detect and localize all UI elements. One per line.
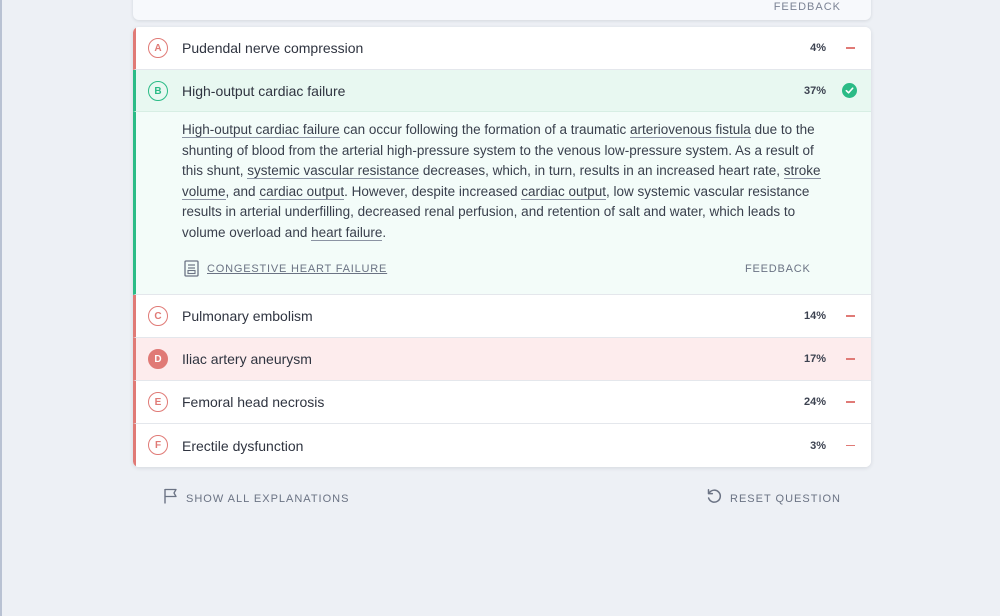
choice-text: High-output cardiac failure: [182, 82, 346, 99]
answer-choice-b[interactable]: B High-output cardiac failure 37%: [133, 70, 871, 112]
glossary-link[interactable]: cardiac output: [259, 183, 345, 200]
explanation-text-segment: decreases, which, in turn, results in an…: [419, 163, 784, 179]
choice-letter-badge: A: [148, 38, 168, 58]
choice-percent: 4%: [810, 42, 826, 54]
explanation-text-segment: .: [382, 224, 387, 240]
explanation-panel: High-output cardiac failure can occur fo…: [133, 112, 871, 295]
answer-choice-f[interactable]: F Erectile dysfunction 3%: [133, 424, 871, 467]
choice-letter-badge: E: [148, 392, 168, 412]
reset-question-label: RESET QUESTION: [730, 493, 841, 505]
answer-choices-list: A Pudendal nerve compression 4% B High-o…: [133, 27, 871, 467]
choice-percent: 14%: [803, 310, 826, 322]
article-link[interactable]: CONGESTIVE HEART FAILURE: [207, 263, 387, 275]
show-all-explanations-button[interactable]: SHOW ALL EXPLANATIONS: [163, 488, 349, 509]
show-all-explanations-label: SHOW ALL EXPLANATIONS: [186, 492, 350, 505]
collapse-dash-icon[interactable]: [846, 401, 855, 403]
answer-choice-d[interactable]: D Iliac artery aneurysm 17%: [133, 338, 871, 381]
choice-text: Iliac artery aneurysm: [182, 351, 312, 367]
choice-letter-badge: D: [148, 349, 168, 369]
collapse-dash-icon[interactable]: [846, 444, 855, 447]
choice-text: Pudendal nerve compression: [182, 40, 364, 56]
choice-percent: 24%: [803, 396, 826, 408]
choice-letter-badge: F: [148, 435, 168, 455]
window-left-edge: [0, 0, 2, 616]
feedback-link[interactable]: FEEDBACK: [745, 263, 811, 275]
answer-choice-c[interactable]: C Pulmonary embolism 14%: [133, 295, 871, 338]
answer-choice-e[interactable]: E Femoral head necrosis 24%: [133, 381, 871, 424]
reset-question-button[interactable]: RESET QUESTION: [706, 488, 841, 510]
answer-choice-a[interactable]: A Pudendal nerve compression 4%: [133, 27, 871, 70]
choice-percent: 37%: [803, 84, 826, 97]
correct-check-icon: [842, 83, 857, 98]
collapse-dash-icon[interactable]: [846, 47, 855, 49]
reset-icon: [706, 488, 723, 510]
choice-text: Pulmonary embolism: [182, 308, 313, 324]
glossary-link[interactable]: cardiac output: [521, 183, 607, 200]
choice-letter-badge: C: [148, 306, 168, 326]
explanation-text: High-output cardiac failure can occur fo…: [182, 120, 822, 244]
question-actions: SHOW ALL EXPLANATIONS RESET QUESTION: [133, 486, 871, 508]
choice-text: Femoral head necrosis: [182, 394, 325, 410]
explanation-text-segment: . However, despite increased: [344, 183, 522, 199]
glossary-link[interactable]: systemic vascular resistance: [247, 163, 420, 180]
collapse-dash-icon[interactable]: [846, 358, 855, 360]
choice-percent: 17%: [803, 353, 826, 365]
explanation-text-segment: , and: [225, 183, 260, 199]
choice-text: Erectile dysfunction: [182, 437, 304, 454]
glossary-link[interactable]: High-output cardiac failure: [182, 122, 340, 138]
choice-percent: 3%: [810, 439, 826, 452]
previous-card-footer: FEEDBACK: [133, 0, 871, 20]
choice-letter-badge: B: [148, 81, 168, 101]
glossary-link[interactable]: heart failure: [311, 224, 383, 241]
article-document-icon: [184, 260, 199, 282]
collapse-dash-icon[interactable]: [846, 315, 855, 317]
flag-icon: [163, 488, 178, 509]
feedback-link-top[interactable]: FEEDBACK: [774, 1, 841, 13]
explanation-footer: CONGESTIVE HEART FAILURE FEEDBACK: [182, 260, 822, 278]
explanation-text-segment: can occur following the formation of a t…: [339, 122, 630, 137]
glossary-link[interactable]: arteriovenous fistula: [629, 122, 751, 138]
